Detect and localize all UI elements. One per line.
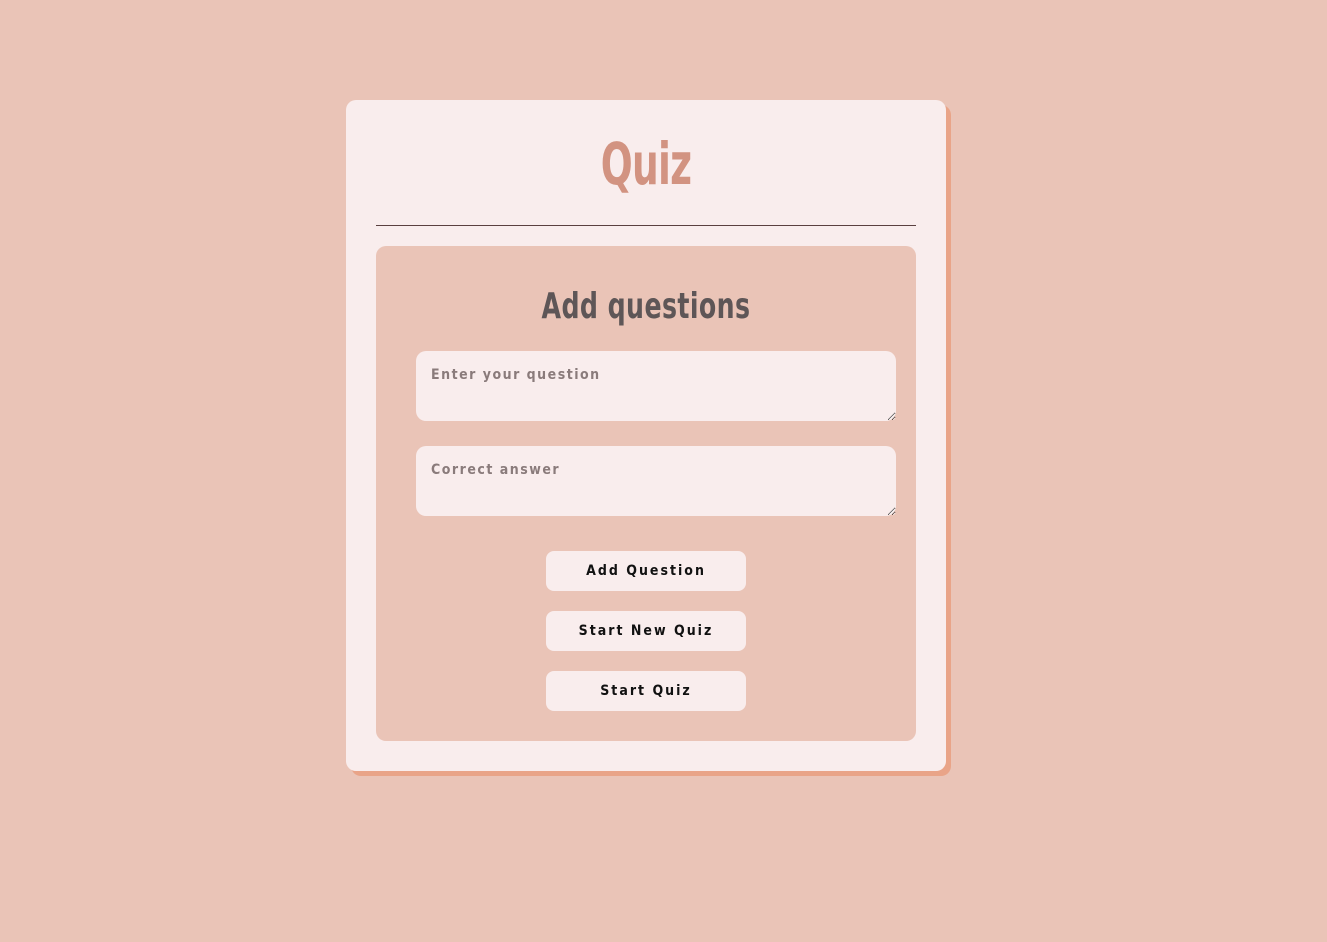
quiz-card: Quiz Add questions Add Question Start Ne… [346, 100, 946, 771]
start-new-quiz-button[interactable]: Start New Quiz [546, 611, 746, 651]
panel-heading: Add questions [541, 286, 751, 327]
page-title: Quiz [600, 130, 692, 198]
start-quiz-button[interactable]: Start Quiz [546, 671, 746, 711]
answer-input[interactable] [416, 446, 896, 516]
add-question-button[interactable]: Add Question [546, 551, 746, 591]
add-questions-panel: Add questions Add Question Start New Qui… [376, 246, 916, 741]
question-input[interactable] [416, 351, 896, 421]
divider [376, 225, 916, 226]
